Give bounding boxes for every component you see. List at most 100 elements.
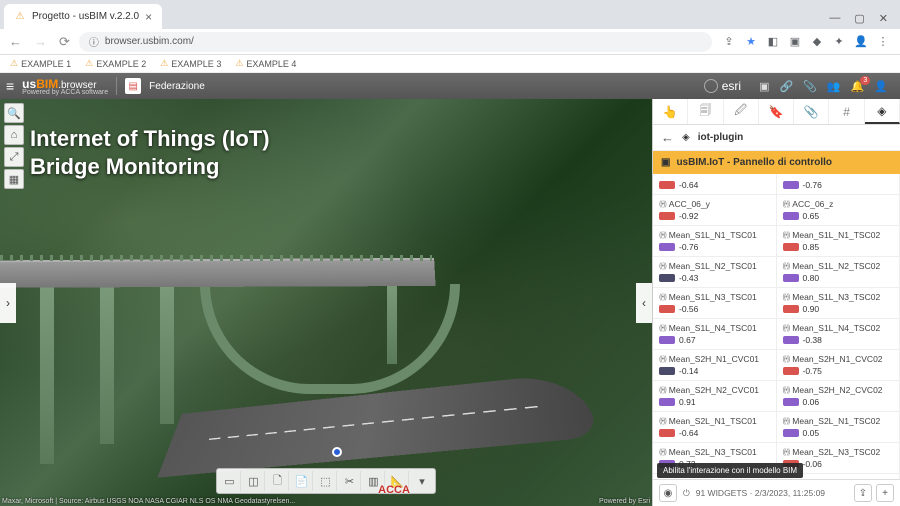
- tool-icon[interactable]: ▭: [219, 471, 241, 491]
- sensor-card[interactable]: Mean_S2H_N2_CVC010.91: [653, 381, 777, 412]
- minimize-icon[interactable]: —: [829, 12, 840, 25]
- sensor-card[interactable]: Mean_S2L_N1_TSC020.05: [777, 412, 900, 443]
- bim-interact-button[interactable]: ◉: [659, 484, 677, 502]
- tool-icon[interactable]: 🗋: [267, 471, 289, 491]
- layers-icon[interactable]: ▣: [759, 80, 769, 93]
- bookmark-item[interactable]: EXAMPLE 2: [85, 58, 146, 69]
- ext-icon[interactable]: ◧: [766, 35, 780, 48]
- 3d-viewport[interactable]: Internet of Things (IoT) Bridge Monitori…: [0, 99, 652, 506]
- sensor-card[interactable]: Mean_S1L_N1_TSC020.85: [777, 226, 900, 257]
- tab-icon[interactable]: 👆: [653, 99, 688, 124]
- tab-icon[interactable]: 🗐: [688, 99, 723, 124]
- export-button[interactable]: ⇪: [854, 484, 872, 502]
- sensor-card[interactable]: -0.76: [777, 174, 900, 195]
- bell-icon[interactable]: 🔔3: [851, 80, 865, 93]
- sensor-value: -0.64: [659, 428, 770, 438]
- sensor-card[interactable]: ACC_06_y-0.92: [653, 195, 777, 226]
- tab-icon[interactable]: #: [829, 99, 864, 124]
- sensor-value: 0.65: [783, 211, 894, 221]
- sensor-name: Mean_S1L_N3_TSC02: [783, 292, 894, 302]
- sensor-card[interactable]: -0.64: [653, 174, 777, 195]
- clip-icon[interactable]: 📎: [803, 80, 817, 93]
- expand-tool-icon[interactable]: ⤢: [4, 147, 24, 167]
- hamburger-icon[interactable]: ≡: [6, 78, 14, 94]
- sensor-name: Mean_S1L_N2_TSC01: [659, 261, 770, 271]
- ext-icon[interactable]: ▣: [788, 35, 802, 48]
- sensor-card[interactable]: Mean_S1L_N4_TSC010.67: [653, 319, 777, 350]
- status-chip: [659, 181, 675, 189]
- sensor-card[interactable]: Mean_S1L_N3_TSC020.90: [777, 288, 900, 319]
- close-window-icon[interactable]: ✕: [879, 12, 888, 25]
- tool-icon[interactable]: ▾: [411, 471, 433, 491]
- sensor-name: Mean_S2H_N1_CVC02: [783, 354, 894, 364]
- back-icon[interactable]: ←: [6, 34, 25, 49]
- location-marker-icon[interactable]: [332, 447, 342, 457]
- status-chip: [783, 336, 799, 344]
- tool-icon[interactable]: ▦: [4, 169, 24, 189]
- users-icon[interactable]: 👥: [827, 80, 841, 93]
- sensor-name: ACC_06_z: [783, 199, 894, 209]
- tool-icon[interactable]: ✂: [339, 471, 361, 491]
- home-tool-icon[interactable]: ⌂: [4, 125, 24, 145]
- tool-icon[interactable]: ◫: [243, 471, 265, 491]
- app-logo: usBIM.browser Powered by ACCA software: [22, 77, 108, 96]
- sensor-card[interactable]: Mean_S2H_N2_CVC020.06: [777, 381, 900, 412]
- url-text: browser.usbim.com/: [105, 36, 194, 47]
- sensor-card[interactable]: Mean_S1L_N2_TSC020.80: [777, 257, 900, 288]
- sensor-value: -0.14: [659, 366, 770, 376]
- sensor-name: Mean_S2L_N1_TSC02: [783, 416, 894, 426]
- ext-icon[interactable]: ◆: [810, 35, 824, 48]
- status-chip: [659, 305, 675, 313]
- user-icon[interactable]: 👤: [874, 80, 888, 93]
- add-widget-button[interactable]: +: [876, 484, 894, 502]
- app-header: ≡ usBIM.browser Powered by ACCA software…: [0, 73, 900, 99]
- profile-icon[interactable]: 👤: [854, 35, 868, 48]
- back-arrow-icon[interactable]: ←: [661, 130, 674, 145]
- esri-logo: esri: [704, 79, 745, 93]
- sensor-card[interactable]: Mean_S1L_N3_TSC01-0.56: [653, 288, 777, 319]
- forward-icon[interactable]: →: [31, 34, 50, 49]
- reload-icon[interactable]: ⟳: [56, 34, 73, 50]
- puzzle-icon[interactable]: ✦: [832, 35, 846, 48]
- left-toolbar: 🔍 ⌂ ⤢ ▦: [4, 103, 24, 189]
- tool-icon[interactable]: ⬚: [315, 471, 337, 491]
- sensor-card[interactable]: Mean_S1L_N1_TSC01-0.76: [653, 226, 777, 257]
- open-indicator-icon: ⏻: [683, 488, 690, 499]
- bookmark-item[interactable]: EXAMPLE 3: [160, 58, 221, 69]
- sensor-name: Mean_S2L_N1_TSC01: [659, 416, 770, 426]
- star-icon[interactable]: ★: [744, 35, 758, 48]
- sensor-card[interactable]: Mean_S2L_N1_TSC01 -0.64: [653, 412, 777, 443]
- panel-breadcrumb: ← ◈ iot-plugin: [653, 125, 900, 151]
- sensor-name: Mean_S1L_N2_TSC02: [783, 261, 894, 271]
- sensor-value: -0.75: [783, 366, 894, 376]
- sensor-card[interactable]: Mean_S1L_N2_TSC01-0.43: [653, 257, 777, 288]
- sensor-card[interactable]: Mean_S1L_N4_TSC02-0.38: [777, 319, 900, 350]
- tab-icon[interactable]: 📎: [794, 99, 829, 124]
- status-chip: [659, 398, 675, 406]
- bookmark-item[interactable]: EXAMPLE 1: [10, 58, 71, 69]
- window-controls: — ▢ ✕: [821, 12, 896, 29]
- status-chip: [659, 429, 675, 437]
- bookmark-item[interactable]: EXAMPLE 4: [235, 58, 296, 69]
- search-tool-icon[interactable]: 🔍: [4, 103, 24, 123]
- tab-close-icon[interactable]: ×: [145, 10, 152, 24]
- panel-expand-right-icon[interactable]: ‹: [636, 283, 652, 323]
- link-icon[interactable]: 🔗: [779, 80, 793, 93]
- right-panel: 👆 🗐 🖉 🔖 📎 # ◈ ← ◈ iot-plugin ▣ usBIM.IoT…: [652, 99, 900, 506]
- sensor-card[interactable]: Mean_S2H_N1_CVC02 -0.75: [777, 350, 900, 381]
- tab-plugin-icon[interactable]: ◈: [865, 99, 900, 124]
- sensor-card[interactable]: ACC_06_z 0.65: [777, 195, 900, 226]
- menu-dots-icon[interactable]: ⋮: [876, 35, 890, 48]
- panel-footer: ◉ ⏻ 91 WIDGETS · 2/3/2023, 11:25:09 ⇪ +: [653, 479, 900, 506]
- panel-expand-left-icon[interactable]: ›: [0, 283, 16, 323]
- tool-icon[interactable]: 📄: [291, 471, 313, 491]
- address-bar[interactable]: ⓘ browser.usbim.com/: [79, 32, 712, 52]
- sensor-card[interactable]: Mean_S2H_N1_CVC01-0.14: [653, 350, 777, 381]
- tab-icon[interactable]: 🔖: [759, 99, 794, 124]
- sensor-list[interactable]: -0.64-0.76ACC_06_y-0.92ACC_06_z0.65Mean_…: [653, 174, 900, 479]
- maximize-icon[interactable]: ▢: [854, 12, 864, 25]
- bridge-deck: [0, 258, 436, 288]
- share-icon[interactable]: ⇪: [722, 35, 736, 48]
- browser-tab[interactable]: ⚠ Progetto - usBIM v.2.2.0 ×: [4, 4, 162, 29]
- tab-icon[interactable]: 🖉: [724, 99, 759, 124]
